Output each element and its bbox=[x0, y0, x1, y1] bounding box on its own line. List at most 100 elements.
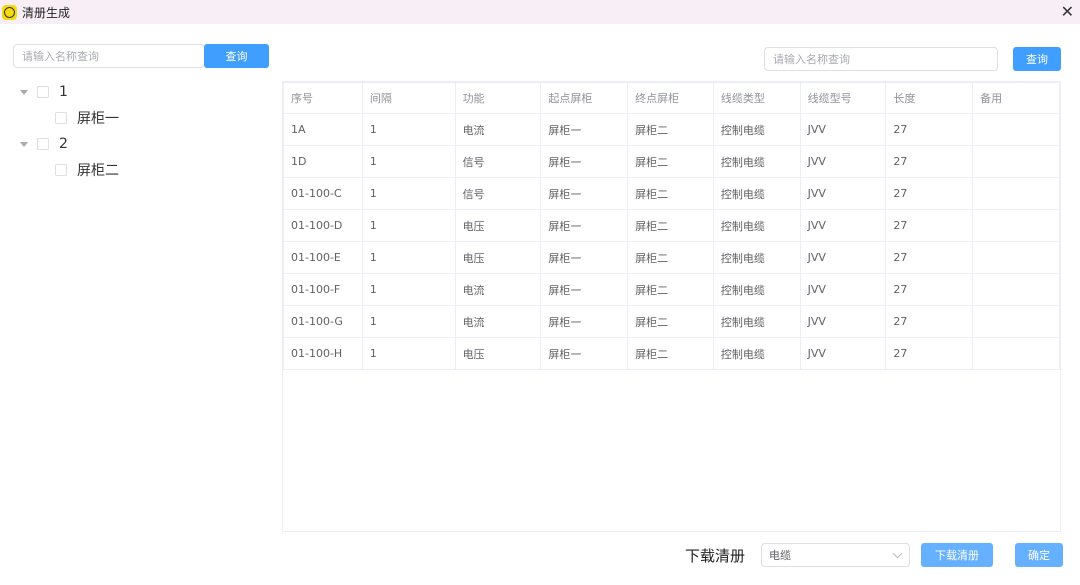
cable-table: 序号间隔功能起点屏柜终点屏柜线缆类型线缆型号长度备用1A1电流屏柜一屏柜二控制电… bbox=[282, 81, 1061, 532]
left-search-input[interactable]: 请输入名称查询 bbox=[13, 44, 205, 68]
table-cell: JVV bbox=[800, 114, 886, 146]
left-search-button[interactable]: 查询 bbox=[204, 44, 269, 68]
table-cell: 屏柜二 bbox=[628, 146, 714, 178]
table-cell bbox=[973, 306, 1060, 338]
table-cell: 27 bbox=[886, 146, 973, 178]
table-cell: 27 bbox=[886, 242, 973, 274]
table-cell: 屏柜二 bbox=[628, 242, 714, 274]
right-search-input[interactable]: 请输入名称查询 bbox=[764, 47, 998, 71]
table-cell: 27 bbox=[886, 210, 973, 242]
table-row[interactable]: 1D1信号屏柜一屏柜二控制电缆JVV27 bbox=[284, 146, 1060, 178]
checkbox[interactable] bbox=[55, 164, 67, 176]
table-cell: 1 bbox=[362, 210, 455, 242]
table-cell: 控制电缆 bbox=[713, 242, 800, 274]
table-cell: 屏柜二 bbox=[628, 274, 714, 306]
table-row[interactable]: 01-100-H1电压屏柜一屏柜二控制电缆JVV27 bbox=[284, 338, 1060, 370]
table-cell bbox=[973, 178, 1060, 210]
table-row[interactable]: 01-100-E1电压屏柜一屏柜二控制电缆JVV27 bbox=[284, 242, 1060, 274]
table-cell: 控制电缆 bbox=[713, 338, 800, 370]
tree-node-label: 2 bbox=[59, 136, 68, 152]
table-row[interactable]: 01-100-G1电流屏柜一屏柜二控制电缆JVV27 bbox=[284, 306, 1060, 338]
table-cell: 屏柜二 bbox=[628, 306, 714, 338]
table-cell: 1 bbox=[362, 274, 455, 306]
column-header: 备用 bbox=[973, 83, 1060, 114]
table-cell bbox=[973, 114, 1060, 146]
table-cell: JVV bbox=[800, 210, 886, 242]
select-value: 电缆 bbox=[769, 547, 791, 563]
column-header: 序号 bbox=[284, 83, 363, 114]
table-cell: 27 bbox=[886, 178, 973, 210]
table-cell: 电压 bbox=[455, 210, 541, 242]
table-cell: 屏柜二 bbox=[628, 178, 714, 210]
table-cell: JVV bbox=[800, 178, 886, 210]
download-button[interactable]: 下载清册 bbox=[921, 543, 993, 567]
table-cell: 控制电缆 bbox=[713, 306, 800, 338]
table-cell: 屏柜一 bbox=[541, 146, 628, 178]
close-icon[interactable]: ✕ bbox=[1061, 2, 1074, 21]
table-cell bbox=[973, 274, 1060, 306]
table-cell: 01-100-F bbox=[284, 274, 363, 306]
table-cell: 01-100-G bbox=[284, 306, 363, 338]
confirm-button[interactable]: 确定 bbox=[1015, 543, 1063, 567]
app-logo-icon bbox=[2, 5, 17, 20]
table-cell: JVV bbox=[800, 242, 886, 274]
tree-node[interactable]: 2 bbox=[20, 136, 68, 152]
table-row[interactable]: 1A1电流屏柜一屏柜二控制电缆JVV27 bbox=[284, 114, 1060, 146]
table-cell: 电压 bbox=[455, 338, 541, 370]
tree-leaf[interactable]: 屏柜一 bbox=[55, 110, 119, 126]
table-cell: 1 bbox=[362, 242, 455, 274]
table-cell bbox=[973, 210, 1060, 242]
table-cell: 1 bbox=[362, 306, 455, 338]
table-cell: 电流 bbox=[455, 274, 541, 306]
tree-node-label: 1 bbox=[59, 84, 68, 100]
table-cell: 屏柜一 bbox=[541, 306, 628, 338]
title-bar: 清册生成 ✕ bbox=[0, 0, 1080, 24]
table-cell: 控制电缆 bbox=[713, 114, 800, 146]
chevron-down-icon bbox=[893, 549, 903, 559]
table-cell: 01-100-H bbox=[284, 338, 363, 370]
column-header: 线缆类型 bbox=[713, 83, 800, 114]
table-cell: JVV bbox=[800, 146, 886, 178]
table-cell bbox=[973, 242, 1060, 274]
column-header: 终点屏柜 bbox=[628, 83, 714, 114]
table-cell: 1 bbox=[362, 146, 455, 178]
checkbox[interactable] bbox=[37, 86, 49, 98]
table-cell: 1A bbox=[284, 114, 363, 146]
table-cell: 屏柜一 bbox=[541, 114, 628, 146]
tree-leaf[interactable]: 屏柜二 bbox=[55, 162, 119, 178]
table-cell: 屏柜二 bbox=[628, 338, 714, 370]
table-cell: 屏柜二 bbox=[628, 114, 714, 146]
column-header: 功能 bbox=[455, 83, 541, 114]
table-cell: 01-100-E bbox=[284, 242, 363, 274]
table-cell: 屏柜一 bbox=[541, 210, 628, 242]
cable-type-select[interactable]: 电缆 bbox=[761, 543, 910, 567]
column-header: 起点屏柜 bbox=[541, 83, 628, 114]
table-cell bbox=[973, 338, 1060, 370]
caret-down-icon[interactable] bbox=[20, 90, 28, 95]
checkbox[interactable] bbox=[55, 112, 67, 124]
right-search-button[interactable]: 查询 bbox=[1013, 47, 1061, 71]
column-header: 间隔 bbox=[362, 83, 455, 114]
caret-down-icon[interactable] bbox=[20, 142, 28, 147]
table-cell: 屏柜一 bbox=[541, 338, 628, 370]
table-cell: 电流 bbox=[455, 114, 541, 146]
table-cell: 27 bbox=[886, 338, 973, 370]
table-cell: 屏柜二 bbox=[628, 210, 714, 242]
table-cell: 1 bbox=[362, 338, 455, 370]
table-cell: 1 bbox=[362, 114, 455, 146]
table-cell: JVV bbox=[800, 306, 886, 338]
table-cell: 信号 bbox=[455, 146, 541, 178]
table-cell: JVV bbox=[800, 338, 886, 370]
table-cell: 控制电缆 bbox=[713, 178, 800, 210]
table-cell: 1 bbox=[362, 178, 455, 210]
table-cell: 27 bbox=[886, 114, 973, 146]
table-cell: 1D bbox=[284, 146, 363, 178]
download-label: 下载清册 bbox=[685, 545, 745, 566]
tree-node[interactable]: 1 bbox=[20, 84, 68, 100]
table-row[interactable]: 01-100-C1信号屏柜一屏柜二控制电缆JVV27 bbox=[284, 178, 1060, 210]
table-row[interactable]: 01-100-F1电流屏柜一屏柜二控制电缆JVV27 bbox=[284, 274, 1060, 306]
table-cell: 电流 bbox=[455, 306, 541, 338]
checkbox[interactable] bbox=[37, 138, 49, 150]
table-row[interactable]: 01-100-D1电压屏柜一屏柜二控制电缆JVV27 bbox=[284, 210, 1060, 242]
table-cell: 27 bbox=[886, 274, 973, 306]
